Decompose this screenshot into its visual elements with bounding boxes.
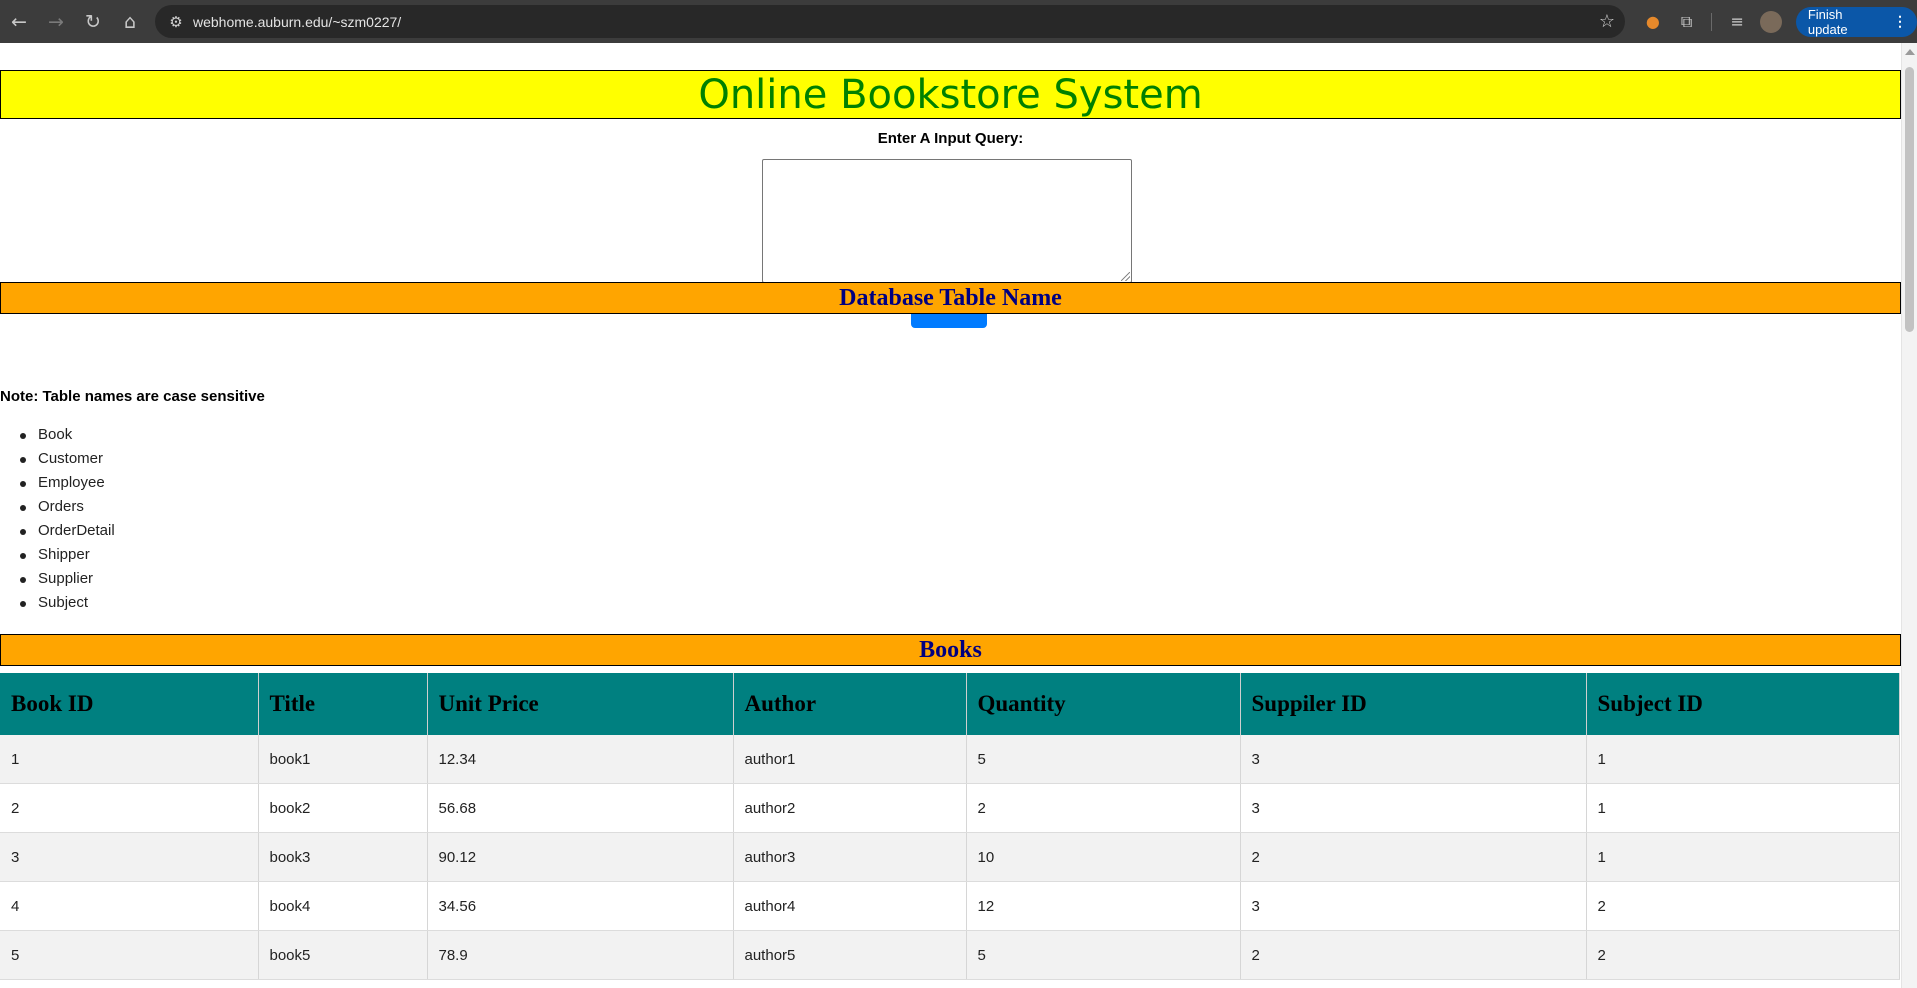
profile-avatar[interactable] bbox=[1760, 10, 1782, 33]
table-cell: author4 bbox=[733, 881, 967, 931]
browser-toolbar: ← → ↻ ⌂ ⚙ webhome.auburn.edu/~szm0227/ ☆… bbox=[0, 0, 1917, 43]
account-icon[interactable]: ● bbox=[1636, 12, 1670, 31]
column-header: Book ID bbox=[0, 673, 259, 735]
table-header-row: Book ID Title Unit Price Author Quantity… bbox=[0, 673, 1900, 735]
finish-update-label: Finish update bbox=[1807, 6, 1848, 37]
scrollbar-thumb[interactable] bbox=[1905, 67, 1914, 332]
table-cell: 1 bbox=[0, 735, 259, 784]
table-cell: 2 bbox=[1240, 930, 1587, 980]
star-icon[interactable]: ☆ bbox=[1599, 11, 1615, 32]
table-cell: book5 bbox=[258, 930, 428, 980]
list-item: Shipper bbox=[20, 543, 115, 567]
table-cell: 2 bbox=[1240, 832, 1587, 882]
table-cell: 3 bbox=[1240, 735, 1587, 784]
table-cell: 12 bbox=[966, 881, 1241, 931]
column-header: Subject ID bbox=[1586, 673, 1900, 735]
finish-update-button[interactable]: Finish update ⋮ bbox=[1795, 6, 1917, 37]
table-cell: 5 bbox=[966, 930, 1241, 980]
scroll-up-arrow-icon[interactable] bbox=[1905, 49, 1915, 55]
table-row: 4 book4 34.56 author4 12 3 2 bbox=[0, 881, 1900, 931]
site-info-icon[interactable]: ⚙ bbox=[159, 13, 193, 31]
puzzle-icon[interactable]: ⧉ bbox=[1670, 12, 1704, 32]
db-section-header: Database Table Name bbox=[0, 282, 1901, 314]
column-header: Title bbox=[258, 673, 428, 735]
table-cell: 1 bbox=[1586, 783, 1900, 833]
table-cell: 2 bbox=[1586, 881, 1900, 931]
toolbar-divider bbox=[1711, 12, 1713, 31]
table-cell: 3 bbox=[1240, 783, 1587, 833]
table-cell: book3 bbox=[258, 832, 428, 882]
table-row: 3 book3 90.12 author3 10 2 1 bbox=[0, 832, 1900, 882]
table-cell: 5 bbox=[0, 930, 259, 980]
list-item: Supplier bbox=[20, 567, 115, 591]
query-textarea[interactable] bbox=[762, 159, 1132, 283]
table-cell: 1 bbox=[1586, 832, 1900, 882]
url-text[interactable]: webhome.auburn.edu/~szm0227/ bbox=[193, 14, 401, 30]
table-cell: 1 bbox=[1586, 735, 1900, 784]
address-bar[interactable]: ⚙ webhome.auburn.edu/~szm0227/ ☆ bbox=[155, 5, 1625, 38]
table-row: 5 book5 78.9 author5 5 2 2 bbox=[0, 930, 1900, 980]
list-item: Subject bbox=[20, 591, 115, 615]
home-icon[interactable]: ⌂ bbox=[112, 4, 148, 40]
page-title: Online Bookstore System bbox=[698, 71, 1203, 118]
column-header: Suppiler ID bbox=[1240, 673, 1587, 735]
table-cell: 2 bbox=[0, 783, 259, 833]
table-cell: 3 bbox=[0, 832, 259, 882]
table-cell: 2 bbox=[966, 783, 1241, 833]
vertical-scrollbar[interactable] bbox=[1901, 43, 1917, 988]
case-sensitive-note: Note: Table names are case sensitive bbox=[0, 388, 265, 405]
table-cell: author5 bbox=[733, 930, 967, 980]
table-cell: 90.12 bbox=[427, 832, 734, 882]
table-cell: 10 bbox=[966, 832, 1241, 882]
table-cell: 78.9 bbox=[427, 930, 734, 980]
reload-icon[interactable]: ↻ bbox=[75, 4, 111, 40]
back-arrow-icon[interactable]: ← bbox=[1, 4, 37, 40]
page-content: Online Bookstore System Enter A Input Qu… bbox=[0, 43, 1901, 988]
list-item: Customer bbox=[20, 447, 115, 471]
table-row: 2 book2 56.68 author2 2 3 1 bbox=[0, 783, 1900, 833]
list-item: OrderDetail bbox=[20, 519, 115, 543]
table-cell: 34.56 bbox=[427, 881, 734, 931]
column-header: Unit Price bbox=[427, 673, 734, 735]
list-item: Employee bbox=[20, 471, 115, 495]
column-header: Author bbox=[733, 673, 967, 735]
resize-handle-icon[interactable] bbox=[1121, 272, 1130, 281]
table-name-list: Book Customer Employee Orders OrderDetai… bbox=[20, 423, 115, 615]
table-cell: 4 bbox=[0, 881, 259, 931]
table-cell: 12.34 bbox=[427, 735, 734, 784]
toolbar-actions: ● ⧉ ≡ Finish update ⋮ bbox=[1636, 0, 1917, 43]
media-queue-icon[interactable]: ≡ bbox=[1720, 12, 1754, 31]
column-header: Quantity bbox=[966, 673, 1241, 735]
db-section-title: Database Table Name bbox=[839, 284, 1062, 311]
table-cell: book4 bbox=[258, 881, 428, 931]
query-label: Enter A Input Query: bbox=[877, 130, 1024, 147]
table-cell: book2 bbox=[258, 783, 428, 833]
table-cell: author1 bbox=[733, 735, 967, 784]
forward-arrow-icon[interactable]: → bbox=[38, 4, 74, 40]
table-cell: 3 bbox=[1240, 881, 1587, 931]
list-item: Orders bbox=[20, 495, 115, 519]
kebab-menu-icon: ⋮ bbox=[1892, 13, 1907, 29]
table-cell: author3 bbox=[733, 832, 967, 882]
table-cell: 5 bbox=[966, 735, 1241, 784]
table-cell: author2 bbox=[733, 783, 967, 833]
books-table: Book ID Title Unit Price Author Quantity… bbox=[0, 673, 1900, 980]
books-section-header: Books bbox=[0, 634, 1901, 666]
table-cell: 56.68 bbox=[427, 783, 734, 833]
table-cell: 2 bbox=[1586, 930, 1900, 980]
table-row: 1 book1 12.34 author1 5 3 1 bbox=[0, 735, 1900, 784]
table-cell: book1 bbox=[258, 735, 428, 784]
list-item: Book bbox=[20, 423, 115, 447]
page-header: Online Bookstore System bbox=[0, 70, 1901, 119]
books-section-title: Books bbox=[919, 636, 982, 663]
